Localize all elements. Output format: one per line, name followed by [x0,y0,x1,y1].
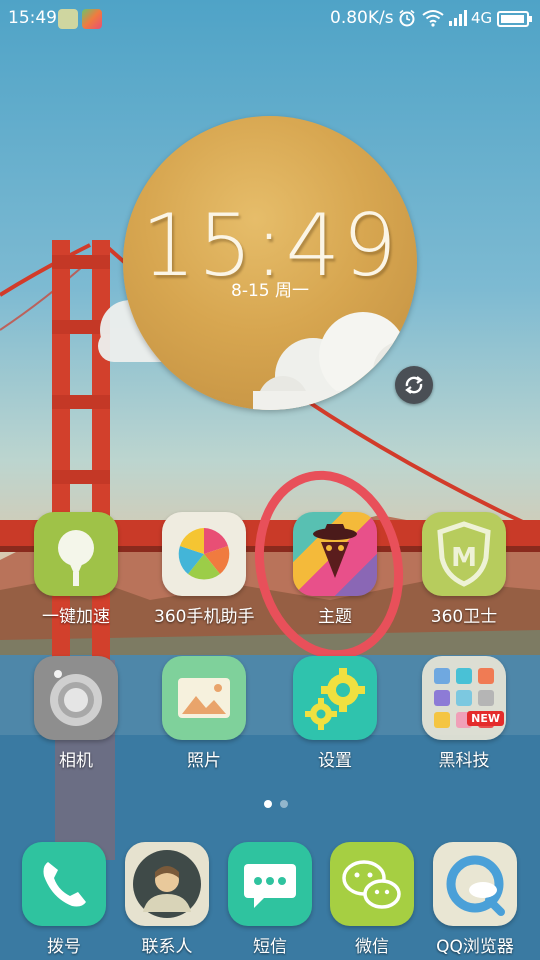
photos-icon [162,656,246,740]
app-folder-black-tech[interactable]: NEW 黑科技 [414,656,514,771]
refresh-button[interactable] [395,366,433,404]
status-bar: 15:49 0.80K/s 4G [0,0,540,38]
app-settings[interactable]: 设置 [285,656,385,771]
page-dot[interactable] [280,800,288,808]
boost-icon [34,512,118,596]
app-label: 一键加速 [42,607,110,627]
qq-browser-icon [433,842,517,926]
app-label: 360手机助手 [154,607,255,627]
phone-icon [22,842,106,926]
battery-icon [497,11,532,27]
messages-icon [228,842,312,926]
network-speed: 0.80K/s [330,8,394,28]
clock-widget[interactable]: 15:49 8-15 周一 [123,116,417,410]
app-label: 拨号 [47,937,81,957]
app-qq-browser[interactable]: QQ浏览器 [425,842,525,957]
app-label: 相机 [59,751,93,771]
app-label: 设置 [318,751,352,771]
360-assistant-icon [162,512,246,596]
app-label: 微信 [355,937,389,957]
signal-icon [449,10,467,26]
camera-icon [34,656,118,740]
app-wechat[interactable]: 微信 [322,842,422,957]
folder-icon: NEW [422,656,506,740]
contacts-icon [125,842,209,926]
page-dot-active[interactable] [264,800,272,808]
notification-icon [82,9,102,29]
app-label: 360卫士 [430,607,498,627]
app-boost[interactable]: 一键加速 [26,512,126,627]
wechat-icon [330,842,414,926]
new-badge: NEW [467,711,504,726]
home-screen: 15:49 0.80K/s 4G 15:49 8-15 周一 一键加速 360手… [0,0,540,960]
app-360-assistant[interactable]: 360手机助手 [154,512,254,627]
app-label: 联系人 [141,937,193,957]
status-time: 15:49 [8,8,57,28]
notification-icon [58,9,78,29]
app-label: QQ浏览器 [436,937,514,957]
app-dialer[interactable]: 拨号 [14,842,114,957]
svg-text:M: M [451,543,477,573]
360-security-icon: M [422,512,506,596]
app-label: 短信 [253,937,287,957]
alarm-icon [399,9,415,27]
app-camera[interactable]: 相机 [26,656,126,771]
refresh-icon [405,376,423,394]
cloud-decoration [253,312,417,410]
app-label: 照片 [187,751,221,771]
network-type: 4G [471,9,493,27]
app-photos[interactable]: 照片 [154,656,254,771]
settings-icon [293,656,377,740]
app-360-security[interactable]: M 360卫士 [414,512,514,627]
app-label: 黑科技 [438,751,490,771]
app-contacts[interactable]: 联系人 [117,842,217,957]
wifi-icon [422,10,444,27]
app-messages[interactable]: 短信 [220,842,320,957]
